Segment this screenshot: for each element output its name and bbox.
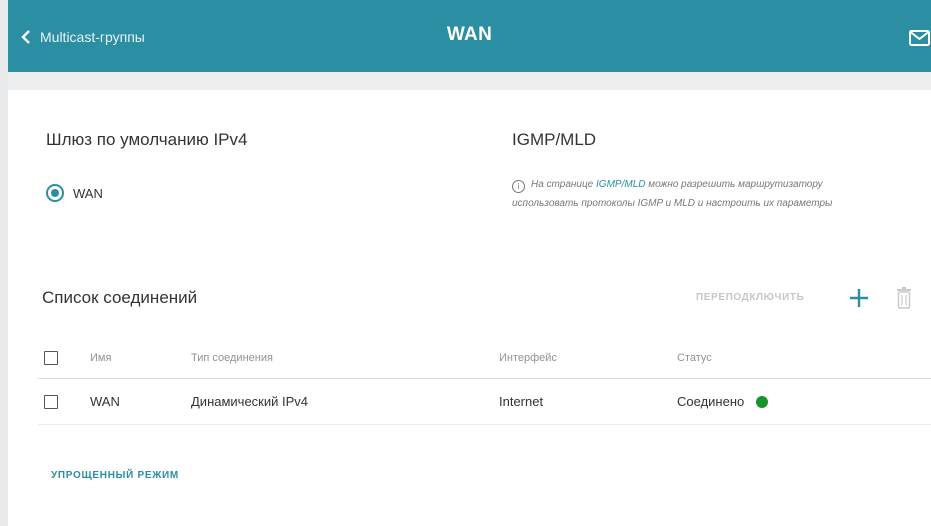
radio-button[interactable]: [46, 184, 64, 202]
app-header: Multicast-группы WAN: [8, 0, 931, 72]
column-header-name[interactable]: Имя: [90, 338, 111, 378]
cell-status: Соединено: [677, 379, 769, 424]
reconnect-button[interactable]: ПЕРЕПОДКЛЮЧИТЬ: [696, 292, 804, 303]
trash-icon[interactable]: [896, 287, 912, 309]
info-icon: i: [512, 180, 525, 193]
header-subbar: [8, 72, 931, 90]
info-prefix: На странице: [531, 179, 597, 190]
left-frame: [0, 0, 8, 526]
connections-section-title: Список соединений: [42, 288, 198, 307]
table-header-row: Имя Тип соединения Интерфейс Статус: [38, 338, 931, 379]
select-all-cell: [44, 338, 58, 378]
cell-interface: Internet: [499, 394, 544, 409]
column-header-interface[interactable]: Интерфейс: [499, 338, 557, 378]
igmp-mld-link[interactable]: IGMP/MLD: [596, 179, 645, 190]
gateway-radio-wan[interactable]: WAN: [46, 184, 103, 202]
cell-type: Динамический IPv4: [191, 394, 309, 409]
simple-mode-button[interactable]: УПРОЩЕННЫЙ РЕЖИМ: [51, 470, 179, 481]
column-header-status[interactable]: Статус: [677, 338, 712, 378]
radio-selected-dot: [51, 189, 59, 197]
igmp-section-title: IGMP/MLD: [512, 130, 597, 149]
status-indicator: [756, 395, 769, 408]
row-select-cell: [44, 379, 58, 424]
main-content: Шлюз по умолчанию IPv4 WAN IGMP/MLD i На …: [8, 90, 931, 526]
mail-icon[interactable]: [909, 30, 931, 46]
cell-name: WAN: [90, 394, 120, 409]
row-checkbox[interactable]: [44, 394, 58, 409]
status-text: Соединено: [677, 394, 745, 409]
column-header-type[interactable]: Тип соединения: [191, 338, 273, 378]
table-row[interactable]: WAN Динамический IPv4 Internet Соединено: [38, 379, 931, 425]
select-all-checkbox[interactable]: [44, 351, 58, 365]
igmp-info: i На странице IGMP/MLD можно разрешить ма…: [512, 175, 872, 213]
radio-label: WAN: [73, 185, 103, 201]
plus-icon[interactable]: [847, 286, 871, 310]
gateway-section-title: Шлюз по умолчанию IPv4: [46, 130, 248, 149]
connections-table: Имя Тип соединения Интерфейс Статус WAN …: [38, 338, 931, 425]
page-title: WAN: [446, 24, 493, 45]
